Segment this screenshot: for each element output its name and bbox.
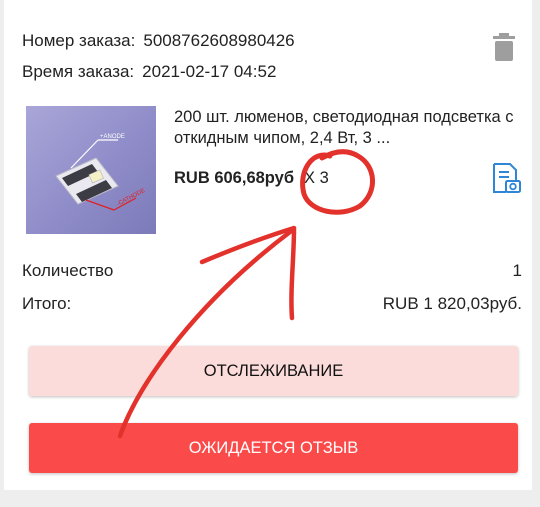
total-label: Итого: xyxy=(22,294,72,313)
order-number-row: Номер заказа: 5008762608980426 xyxy=(22,31,295,51)
awaiting-review-button[interactable]: ОЖИДАЕТСЯ ОТЗЫВ xyxy=(29,423,518,473)
total-value: RUB 1 820,03руб. xyxy=(382,294,522,313)
order-card: Номер заказа: 5008762608980426 Время зака… xyxy=(4,0,532,490)
cathode-label: -CATHODE xyxy=(116,188,146,208)
product-image[interactable]: +ANODE -CATHODE xyxy=(26,106,156,234)
anode-label: +ANODE xyxy=(100,134,125,140)
trash-icon[interactable] xyxy=(491,33,517,61)
order-time-row: Время заказа: 2021-02-17 04:52 xyxy=(22,62,276,82)
product-title[interactable]: 200 шт. люменов, светодиодная подсветка … xyxy=(174,107,519,149)
quantity-row: Количество 1 xyxy=(22,261,522,281)
quantity-label: Количество xyxy=(22,261,114,280)
order-number-label: Номер заказа: xyxy=(22,31,136,50)
order-time-value: 2021-02-17 04:52 xyxy=(142,62,277,81)
product-quantity: X 3 xyxy=(304,169,329,187)
led-chip-illustration: +ANODE -CATHODE xyxy=(55,134,146,211)
product-price-row: RUB 606,68руб X 3 xyxy=(174,169,329,188)
quantity-value: 1 xyxy=(512,261,522,280)
product-price: RUB 606,68руб xyxy=(174,169,295,187)
order-time-label: Время заказа: xyxy=(22,62,135,81)
order-number-value: 5008762608980426 xyxy=(143,31,295,50)
photo-review-icon[interactable] xyxy=(491,162,521,194)
total-row: Итого: RUB 1 820,03руб. xyxy=(22,294,522,314)
tracking-button[interactable]: ОТСЛЕЖИВАНИЕ xyxy=(29,346,518,396)
